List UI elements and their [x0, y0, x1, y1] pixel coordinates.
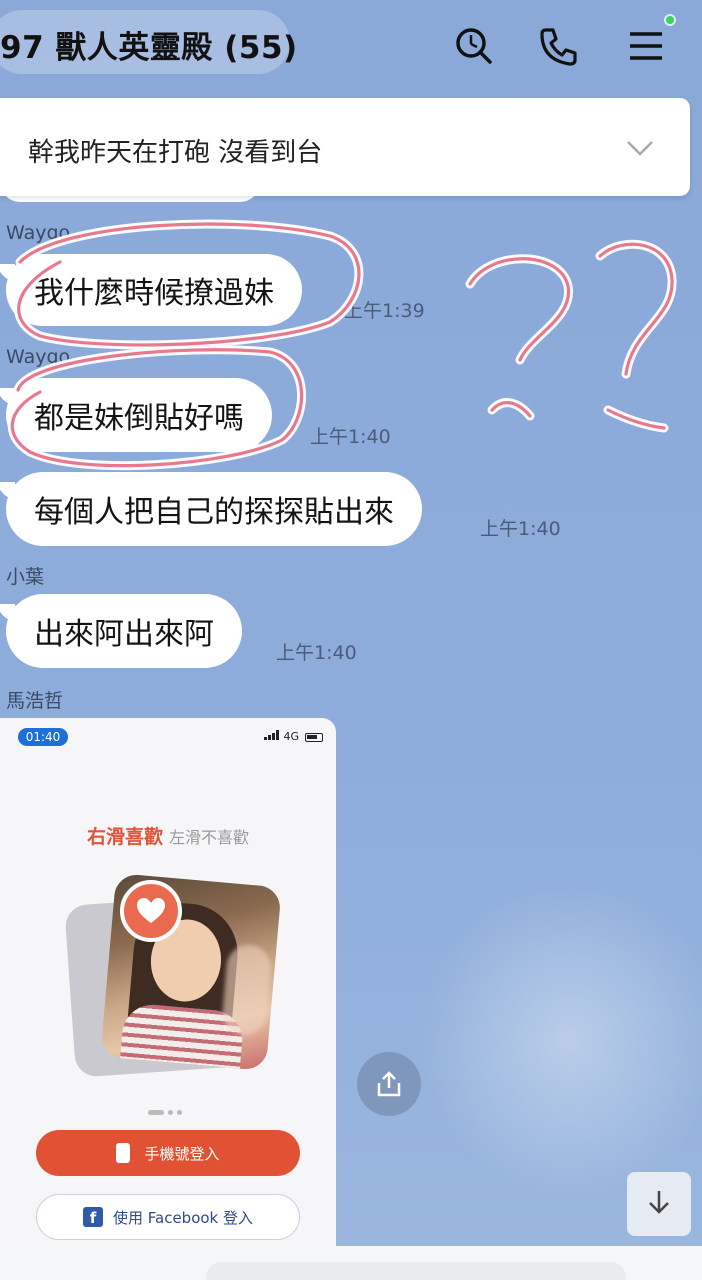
battery-icon	[304, 732, 323, 742]
message-bubble[interactable]: 都是妹倒貼好嗎	[6, 378, 272, 452]
message-time: 上午1:40	[480, 518, 561, 540]
shared-image[interactable]: 01:40 4G 右滑喜歡 左滑不喜歡 手機號登入 f 使用 Facebook 登…	[0, 718, 336, 1258]
photo-background-person	[220, 943, 273, 1037]
message-sender: 馬浩哲	[6, 690, 64, 712]
chat-title[interactable]: 97 獸人英靈殿 (55)	[0, 22, 298, 67]
network-label: 4G	[283, 730, 300, 743]
message-bubble[interactable]: 每個人把自己的探探貼出來	[6, 472, 422, 546]
message-sender: 小葉	[6, 566, 45, 588]
image-status-signal: 4G	[264, 730, 323, 743]
announcement-text: 幹我昨天在打砲 沒看到台	[28, 138, 323, 168]
message-bubble[interactable]: 我什麼時候撩過妹	[6, 254, 302, 326]
message-text: 每個人把自己的探探貼出來	[34, 495, 394, 530]
facebook-login-label: 使用 Facebook 登入	[112, 1208, 254, 1227]
phone-login-label: 手機號登入	[144, 1144, 220, 1163]
phone-icon[interactable]	[536, 24, 580, 68]
swipe-like-label: 右滑喜歡	[86, 826, 163, 848]
announcement-banner[interactable]: 幹我昨天在打砲 沒看到台	[0, 98, 690, 196]
message-text: 都是妹倒貼好嗎	[34, 401, 244, 436]
signal-icon	[264, 730, 284, 743]
facebook-login-button: f 使用 Facebook 登入	[36, 1194, 300, 1240]
swipe-hint: 右滑喜歡 左滑不喜歡	[0, 822, 336, 849]
message-sender: Waygo	[6, 222, 71, 244]
phone-login-button: 手機號登入	[36, 1130, 300, 1176]
facebook-icon: f	[82, 1207, 103, 1227]
message-bubble[interactable]: 出來阿出來阿	[6, 594, 242, 668]
chat-header: 97 獸人英靈殿 (55)	[0, 0, 702, 92]
scroll-down-button[interactable]	[627, 1172, 691, 1236]
background-cloud	[420, 880, 702, 1200]
chevron-down-icon[interactable]	[624, 132, 656, 164]
image-status-time: 01:40	[18, 728, 68, 746]
arrow-down-icon	[644, 1187, 674, 1221]
message-time: 上午1:39	[344, 300, 425, 322]
page-indicator	[148, 1100, 186, 1119]
phone-device-icon	[116, 1143, 131, 1163]
search-icon[interactable]	[452, 24, 496, 68]
message-input[interactable]	[206, 1262, 626, 1280]
message-time: 上午1:40	[310, 426, 391, 448]
message-text: 出來阿出來阿	[34, 617, 214, 652]
swipe-dislike-label: 左滑不喜歡	[169, 828, 250, 847]
heart-icon	[120, 880, 182, 942]
message-text: 我什麼時候撩過妹	[34, 276, 274, 311]
message-sender: Waygo	[6, 346, 71, 368]
message-time: 上午1:40	[276, 642, 357, 664]
share-icon[interactable]	[357, 1052, 421, 1116]
notification-dot	[664, 14, 676, 26]
menu-icon[interactable]	[624, 24, 668, 68]
